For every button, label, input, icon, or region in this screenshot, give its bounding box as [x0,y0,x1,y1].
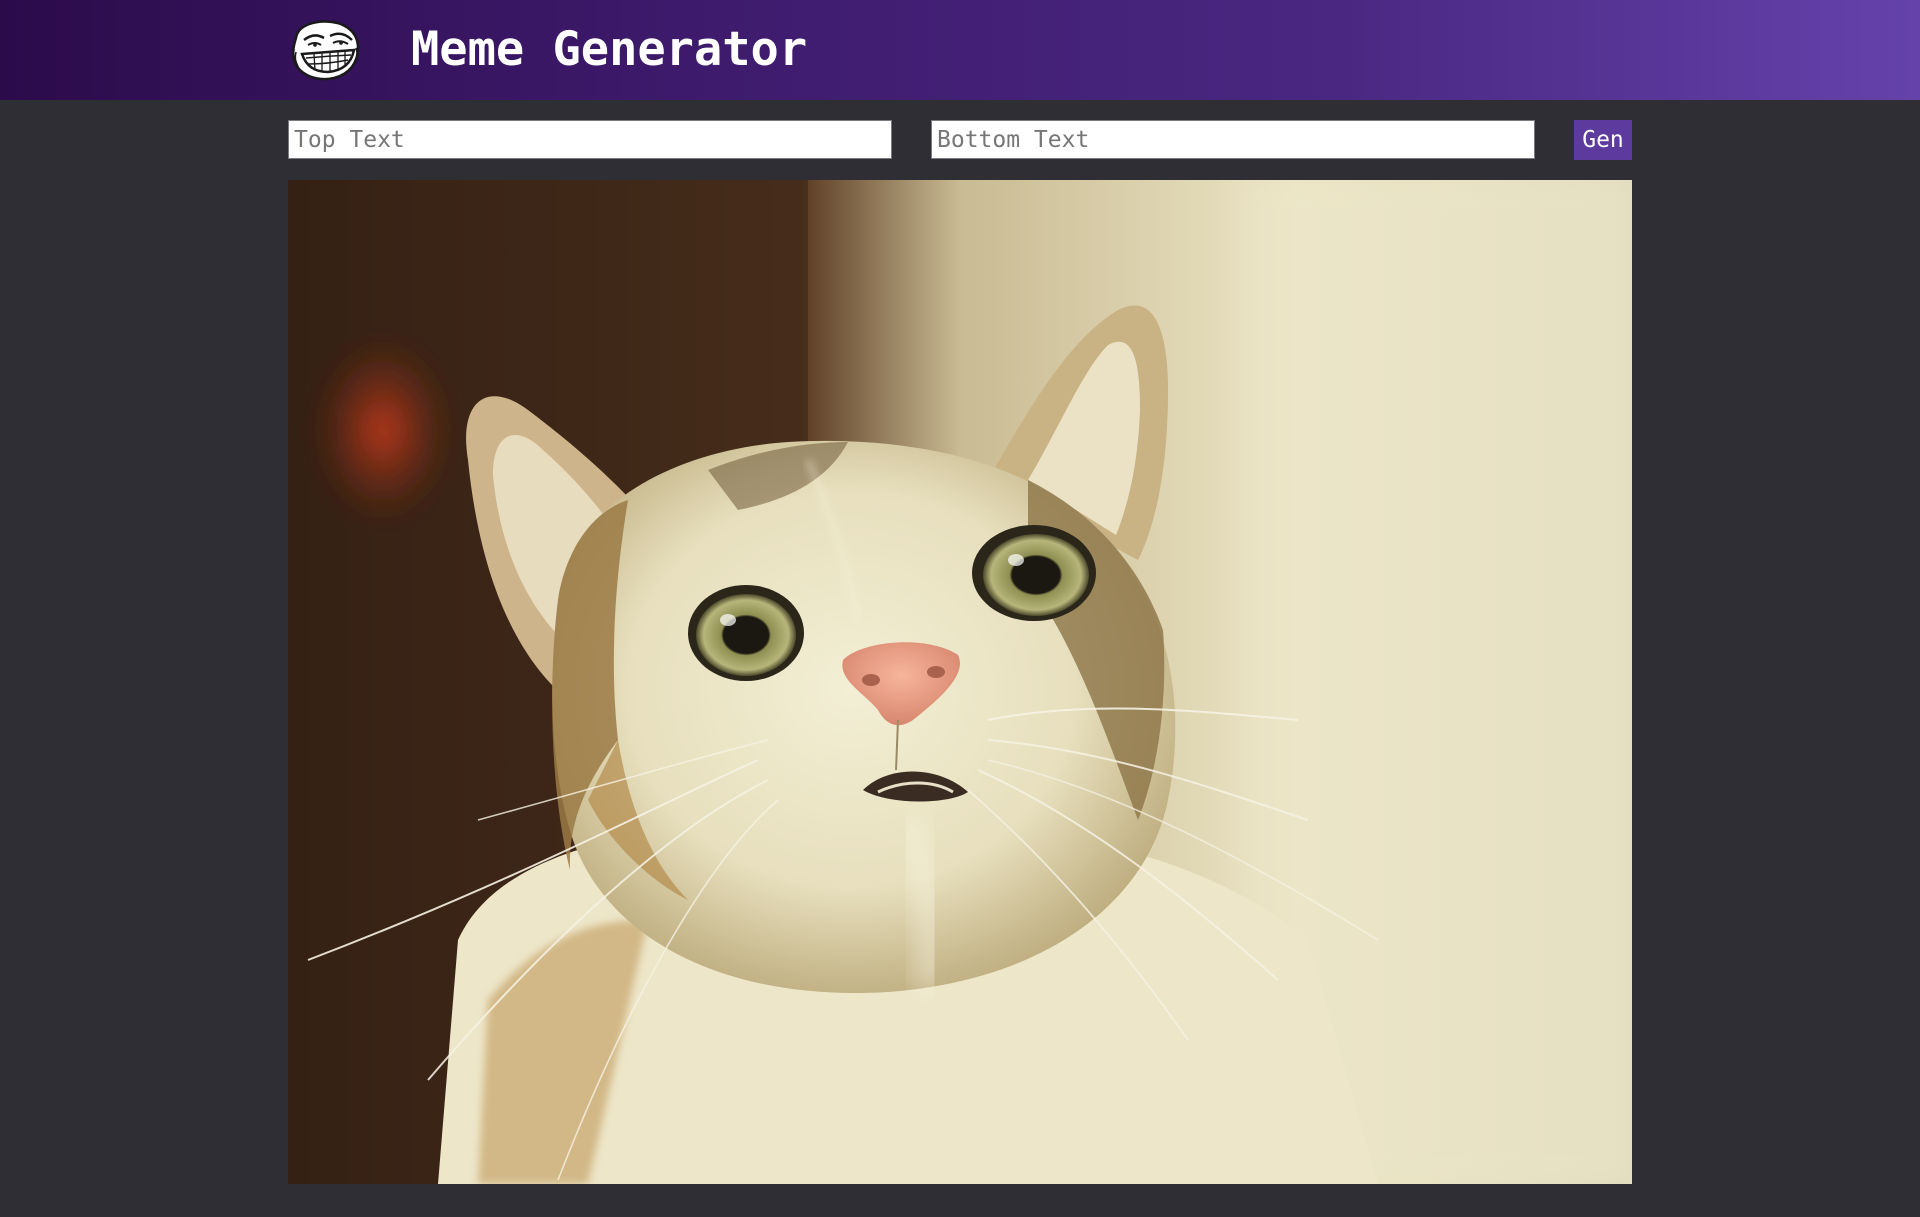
page-title: Meme Generator [411,22,808,77]
bottom-text-input[interactable] [931,120,1535,159]
top-text-input[interactable] [288,120,892,159]
meme-image [288,180,1632,1184]
generate-button[interactable]: Gen [1574,120,1632,160]
app-header: Meme Generator [0,0,1920,100]
troll-face-icon [288,18,362,82]
